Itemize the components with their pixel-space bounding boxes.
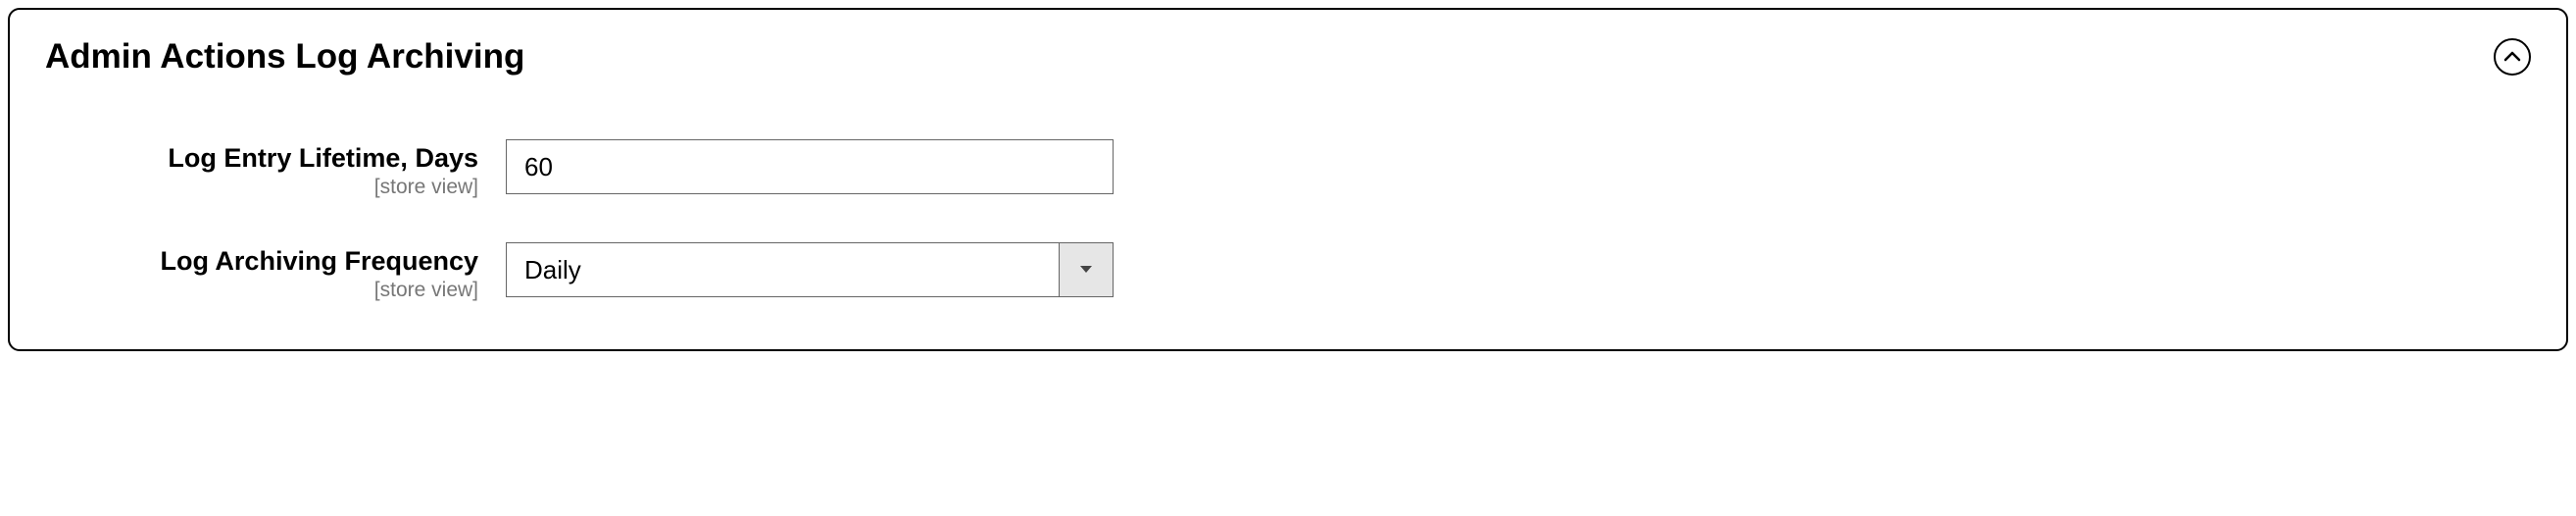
field-label-frequency: Log Archiving Frequency xyxy=(45,246,478,277)
field-row-lifetime: Log Entry Lifetime, Days [store view] xyxy=(45,139,2531,199)
chevron-up-icon xyxy=(2503,51,2521,63)
field-scope-frequency: [store view] xyxy=(45,279,478,302)
field-label-block: Log Archiving Frequency [store view] xyxy=(45,242,506,302)
select-value: Daily xyxy=(506,242,1059,297)
panel-title: Admin Actions Log Archiving xyxy=(45,37,524,77)
log-lifetime-input[interactable] xyxy=(506,139,1114,194)
select-dropdown-button[interactable] xyxy=(1059,242,1114,297)
collapse-button[interactable] xyxy=(2494,38,2531,76)
admin-log-archiving-panel: Admin Actions Log Archiving Log Entry Li… xyxy=(8,8,2568,351)
field-label-block: Log Entry Lifetime, Days [store view] xyxy=(45,139,506,199)
field-label-lifetime: Log Entry Lifetime, Days xyxy=(45,143,478,174)
field-control: Daily xyxy=(506,242,1114,297)
panel-header: Admin Actions Log Archiving xyxy=(45,37,2531,77)
log-frequency-select[interactable]: Daily xyxy=(506,242,1114,297)
chevron-down-icon xyxy=(1079,265,1093,275)
field-row-frequency: Log Archiving Frequency [store view] Dai… xyxy=(45,242,2531,302)
field-control xyxy=(506,139,1114,194)
field-scope-lifetime: [store view] xyxy=(45,176,478,199)
